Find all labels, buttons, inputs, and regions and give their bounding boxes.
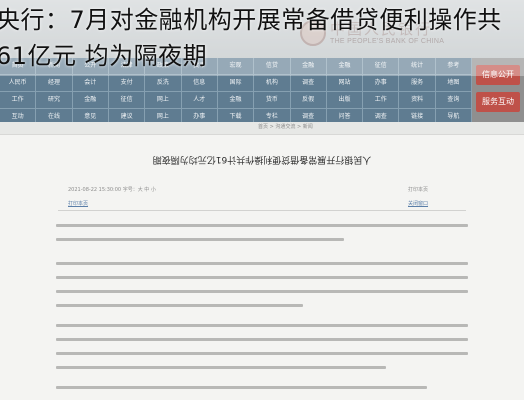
nav-item[interactable]: 国际 — [218, 75, 255, 91]
article-meta: 2021-08-22 15:30:00 字号：大 中 小 — [68, 187, 156, 193]
article-paragraph — [56, 262, 468, 318]
nav-item[interactable]: 服务 — [399, 75, 436, 91]
close-window-link[interactable]: 关闭窗口 — [408, 200, 428, 207]
nav-item[interactable]: 人民币 — [0, 75, 37, 91]
headline-overlay: 央行：7月对金融机构开展常备借贷便利操作共 61亿元 均为隔夜期 — [0, 0, 524, 76]
nav-item[interactable]: 反洗 — [145, 75, 182, 91]
nav-item[interactable]: 货币 — [254, 92, 291, 108]
headline-line-2: 61亿元 均为隔夜期 — [0, 42, 208, 70]
nav-item[interactable]: 网站 — [327, 75, 364, 91]
nav-item[interactable]: 反假 — [291, 92, 327, 108]
nav-item[interactable]: 金融 — [218, 92, 255, 108]
nav-item[interactable]: 金融 — [73, 92, 109, 108]
divider — [58, 210, 466, 211]
nav-item[interactable]: 地图 — [436, 75, 473, 91]
print-label[interactable]: 打印本页 — [408, 186, 428, 193]
nav-item[interactable]: 网上 — [145, 92, 182, 108]
nav-item[interactable]: 研究 — [36, 92, 73, 108]
nav-item[interactable]: 办事 — [363, 75, 400, 91]
article-title: 人民银行开展常备借贷便利操作共计61亿元均为隔夜期 — [152, 154, 372, 164]
nav-item[interactable]: 查询 — [436, 92, 473, 108]
nav-item[interactable]: 工作 — [0, 92, 37, 108]
nav-row: 工作 研究 金融 征信 网上 人才 金融 货币 反假 出版 工作 资料 查询 — [0, 92, 473, 109]
nav-item[interactable]: 调查 — [291, 75, 327, 91]
print-link[interactable]: 打印本页 — [68, 200, 88, 207]
nav-item[interactable]: 机构 — [254, 75, 291, 91]
breadcrumb: 首页 > 沟通交流 > 新闻 — [0, 122, 524, 135]
service-interaction-button[interactable]: 服务互动 — [476, 92, 520, 112]
article-paragraph — [56, 224, 468, 252]
nav-row: 人民币 经理 会计 支付 反洗 信息 国际 机构 调查 网站 办事 服务 地图 — [0, 75, 473, 92]
nav-item[interactable]: 工作 — [363, 92, 400, 108]
nav-item[interactable]: 支付 — [109, 75, 146, 91]
nav-item[interactable]: 出版 — [327, 92, 364, 108]
nav-item[interactable]: 资料 — [399, 92, 436, 108]
nav-item[interactable]: 经理 — [36, 75, 73, 91]
breadcrumb-text[interactable]: 首页 > 沟通交流 > 新闻 — [258, 123, 313, 130]
nav-item[interactable]: 信息 — [182, 75, 218, 91]
nav-item[interactable]: 会计 — [73, 75, 109, 91]
nav-item[interactable]: 征信 — [109, 92, 146, 108]
article-paragraph — [56, 324, 468, 380]
headline-line-1: 央行：7月对金融机构开展常备借贷便利操作共 — [0, 6, 502, 34]
article: 人民银行开展常备借贷便利操作共计61亿元均为隔夜期 2021-08-22 15:… — [28, 140, 496, 400]
nav-item[interactable]: 人才 — [182, 92, 218, 108]
article-paragraph — [56, 386, 468, 400]
